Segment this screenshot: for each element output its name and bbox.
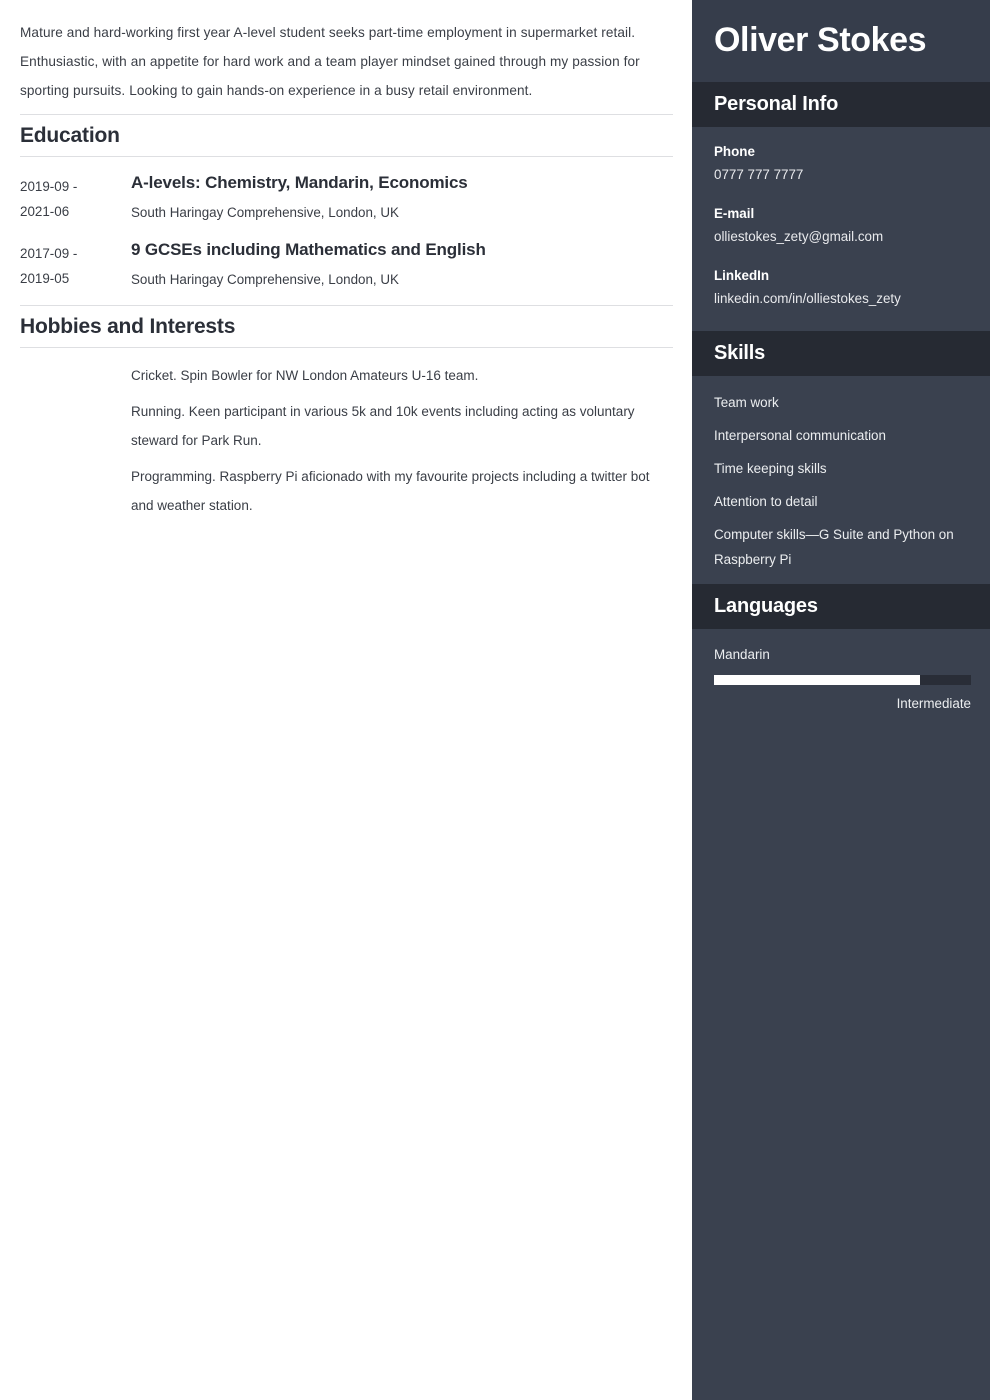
contact-label-phone: Phone [714, 144, 755, 159]
contact-value-email[interactable]: olliestokes_zety@gmail.com [714, 225, 971, 248]
hobbies-list: Cricket. Spin Bowler for NW London Amate… [20, 348, 673, 520]
hobby-item: Cricket. Spin Bowler for NW London Amate… [131, 368, 479, 383]
skill-item: Attention to detail [714, 494, 818, 509]
contact-label-linkedin: LinkedIn [714, 268, 770, 283]
languages-body: Mandarin Intermediate [692, 629, 990, 720]
skills-title: Skills [714, 342, 766, 364]
contact-item-phone: Phone 0777 777 7777 [714, 141, 971, 186]
personal-info-title: Personal Info [714, 93, 839, 115]
education-entry-institution: South Haringay Comprehensive, London, UK [131, 205, 399, 220]
skill-item: Team work [714, 395, 779, 410]
hobbies-section-title: Hobbies and Interests [20, 305, 673, 348]
language-name: Mandarin [714, 647, 770, 662]
education-entry-list: 2019-09 - 2021-06 A-levels: Chemistry, M… [20, 157, 673, 292]
contact-item-linkedin: LinkedIn linkedin.com/in/olliestokes_zet… [714, 265, 971, 310]
contact-item-email: E-mail olliestokes_zety@gmail.com [714, 203, 971, 248]
contact-value-linkedin[interactable]: linkedin.com/in/olliestokes_zety [714, 287, 971, 310]
skills-body: Team work Interpersonal communication Ti… [692, 376, 990, 584]
education-entry-date-end: 2019-05 [20, 271, 70, 286]
education-entry-body: A-levels: Chemistry, Mandarin, Economics… [131, 171, 673, 225]
contact-value-phone[interactable]: 0777 777 7777 [714, 163, 971, 186]
education-entry-date: 2019-09 - 2021-06 [20, 171, 131, 224]
resume-main-column: Mature and hard-working first year A-lev… [0, 0, 692, 1400]
education-entry-date-end: 2021-06 [20, 204, 70, 219]
skill-item: Time keeping skills [714, 461, 827, 476]
education-entry-body: 9 GCSEs including Mathematics and Englis… [131, 238, 673, 292]
hobbies-section: Hobbies and Interests Cricket. Spin Bowl… [20, 305, 673, 520]
skills-band: Skills [692, 331, 990, 376]
education-entry-date-start: 2019-09 - [20, 179, 78, 194]
language-level-label: Intermediate [896, 696, 971, 711]
personal-info-body: Phone 0777 777 7777 E-mail olliestokes_z… [692, 127, 990, 331]
resume-sidebar: Oliver Stokes Personal Info Phone 0777 7… [692, 0, 990, 1400]
education-entry-date-start: 2017-09 - [20, 246, 78, 261]
education-entry: 2017-09 - 2019-05 9 GCSEs including Math… [20, 238, 673, 292]
language-proficiency-bar-fill [714, 675, 920, 685]
education-entry-institution: South Haringay Comprehensive, London, UK [131, 272, 399, 287]
languages-band: Languages [692, 584, 990, 629]
skill-item: Computer skills—G Suite and Python on Ra… [714, 527, 954, 567]
language-entry: Mandarin Intermediate [714, 643, 971, 716]
personal-info-band: Personal Info [692, 82, 990, 127]
education-entry-title: 9 GCSEs including Mathematics and Englis… [131, 240, 486, 259]
language-proficiency-bar [714, 675, 971, 685]
hobby-item: Running. Keen participant in various 5k … [131, 404, 635, 448]
education-section: Education 2019-09 - 2021-06 A-levels: Ch… [20, 114, 673, 292]
professional-summary: Mature and hard-working first year A-lev… [20, 25, 640, 98]
skill-item: Interpersonal communication [714, 428, 886, 443]
contact-label-email: E-mail [714, 206, 755, 221]
education-entry: 2019-09 - 2021-06 A-levels: Chemistry, M… [20, 171, 673, 225]
sidebar-header: Oliver Stokes [692, 0, 990, 82]
education-section-title: Education [20, 114, 673, 157]
education-entry-title: A-levels: Chemistry, Mandarin, Economics [131, 173, 468, 192]
education-entry-date: 2017-09 - 2019-05 [20, 238, 131, 291]
candidate-name: Oliver Stokes [714, 21, 927, 59]
hobby-item: Programming. Raspberry Pi aficionado wit… [131, 469, 650, 513]
languages-title: Languages [714, 595, 818, 617]
